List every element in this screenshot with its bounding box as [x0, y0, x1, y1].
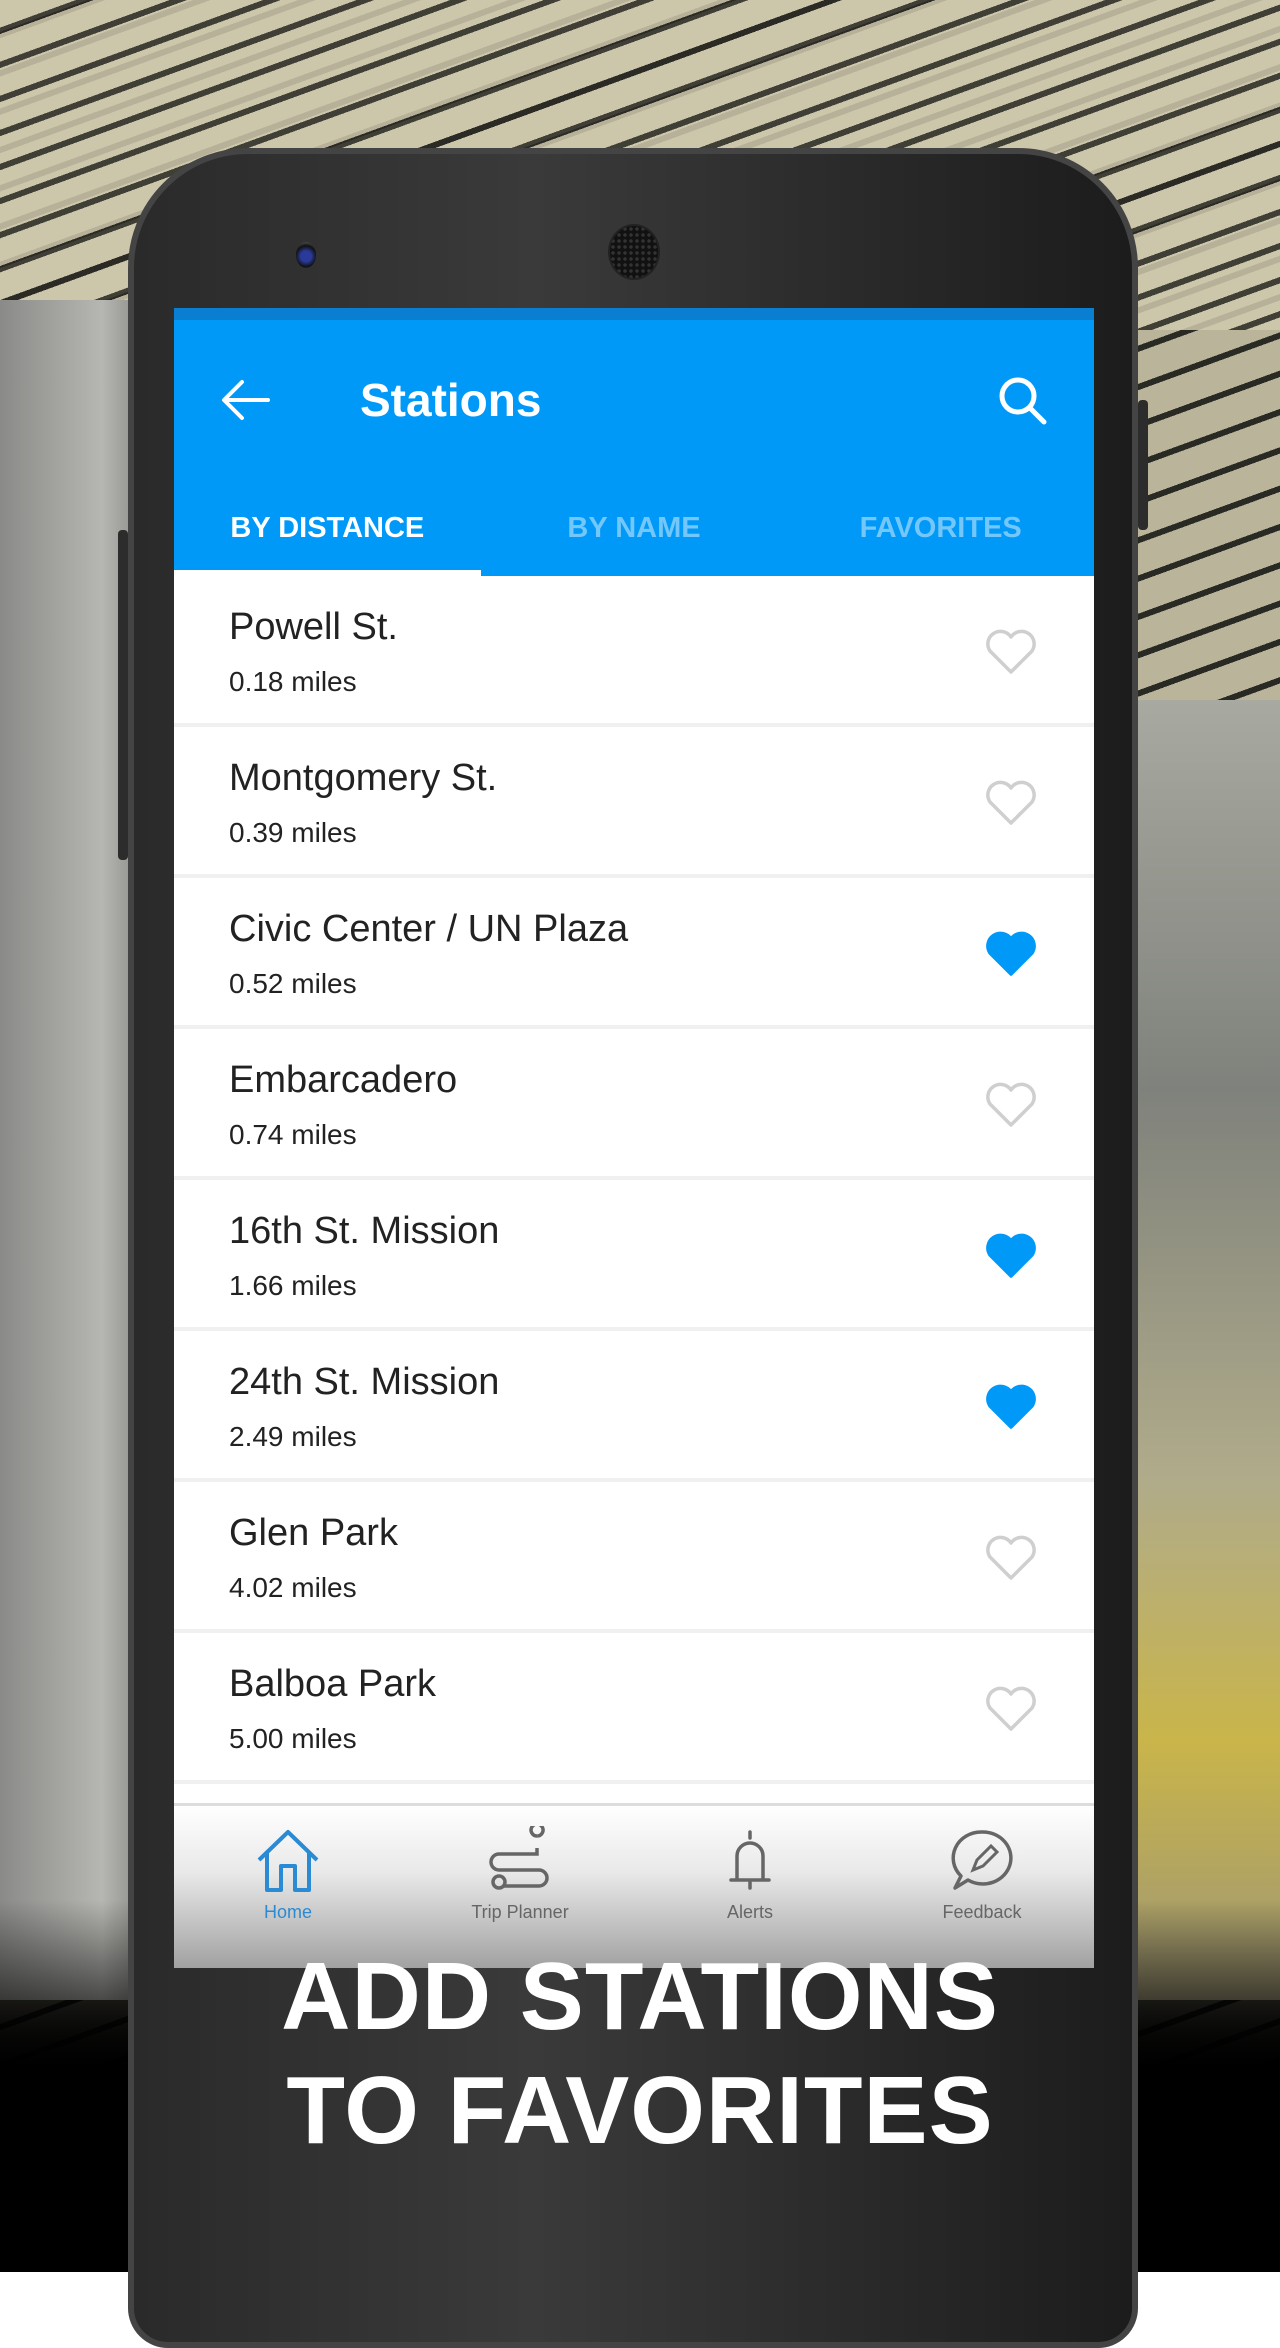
home-icon — [257, 1830, 319, 1892]
power-button — [1138, 400, 1148, 530]
arrow-left-icon — [222, 380, 270, 420]
search-icon — [999, 377, 1047, 425]
station-name: Balboa Park — [229, 1663, 437, 1705]
promo-caption: ADD STATIONS TO FAVORITES — [0, 1940, 1280, 2168]
front-camera-icon — [296, 242, 316, 268]
station-row[interactable]: Embarcadero 0.74 miles — [174, 1029, 1094, 1180]
station-name: Glen Park — [229, 1512, 398, 1554]
page-title: Stations — [360, 374, 542, 426]
station-distance: 0.39 miles — [229, 817, 357, 848]
station-row[interactable]: Powell St. 0.18 miles — [174, 576, 1094, 727]
bell-icon — [729, 1830, 771, 1890]
tab-by-distance[interactable]: BY DISTANCE — [174, 480, 481, 576]
heart-filled-icon[interactable] — [984, 1230, 1038, 1280]
nav-home-label: Home — [263, 1902, 312, 1922]
status-bar — [174, 308, 1094, 320]
station-row[interactable]: Balboa Park 5.00 miles — [174, 1633, 1094, 1784]
heart-filled-icon[interactable] — [984, 928, 1038, 978]
nav-alerts[interactable]: Alerts — [650, 1826, 850, 1923]
app-screen: Stations BY DISTANCE BY NAME FAVORITES P… — [174, 308, 1094, 1968]
station-row[interactable]: Civic Center / UN Plaza 0.52 miles — [174, 878, 1094, 1029]
tab-favorites[interactable]: FAVORITES — [787, 480, 1094, 576]
station-distance: 0.52 miles — [229, 968, 357, 999]
station-name: Civic Center / UN Plaza — [229, 908, 629, 950]
station-name: Montgomery St. — [229, 757, 498, 799]
nav-feedback-label: Feedback — [942, 1902, 1022, 1922]
promo-caption-line1: ADD STATIONS — [281, 1943, 999, 2050]
nav-trip-planner-label: Trip Planner — [471, 1902, 569, 1922]
station-distance: 4.02 miles — [229, 1572, 357, 1603]
heart-outline-icon[interactable] — [984, 1532, 1038, 1582]
volume-button — [118, 530, 128, 860]
nav-feedback[interactable]: Feedback — [882, 1826, 1082, 1923]
station-name: Embarcadero — [229, 1059, 458, 1101]
station-distance: 2.49 miles — [229, 1421, 357, 1452]
tab-bar: BY DISTANCE BY NAME FAVORITES — [174, 480, 1094, 576]
tab-by-name[interactable]: BY NAME — [481, 480, 788, 576]
heart-filled-icon[interactable] — [984, 1381, 1038, 1431]
station-distance: 5.00 miles — [229, 1723, 357, 1754]
heart-outline-icon[interactable] — [984, 626, 1038, 676]
heart-outline-icon[interactable] — [984, 1079, 1038, 1129]
nav-alerts-label: Alerts — [726, 1902, 773, 1922]
station-row[interactable]: Glen Park 4.02 miles — [174, 1482, 1094, 1633]
route-icon — [489, 1826, 549, 1890]
search-button[interactable] — [994, 372, 1050, 428]
station-row[interactable]: 24th St. Mission 2.49 miles — [174, 1331, 1094, 1482]
station-name: Powell St. — [229, 606, 398, 648]
station-distance: 1.66 miles — [229, 1270, 357, 1301]
heart-outline-icon[interactable] — [984, 777, 1038, 827]
station-name: 16th St. Mission — [229, 1210, 500, 1252]
speaker-grille-icon — [608, 224, 660, 280]
nav-trip-planner[interactable]: Trip Planner — [420, 1826, 620, 1923]
app-bar: Stations — [174, 320, 1094, 480]
station-distance: 0.74 miles — [229, 1119, 357, 1150]
nav-home[interactable]: Home — [188, 1826, 388, 1923]
station-name: 24th St. Mission — [229, 1361, 500, 1403]
feedback-icon — [951, 1830, 1013, 1890]
back-button[interactable] — [218, 372, 274, 428]
station-row[interactable]: 16th St. Mission 1.66 miles — [174, 1180, 1094, 1331]
station-list: Powell St. 0.18 miles Montgomery St. 0.39 m… — [174, 576, 1094, 1784]
heart-outline-icon[interactable] — [984, 1683, 1038, 1733]
promo-caption-line2: TO FAVORITES — [286, 2057, 994, 2164]
station-row[interactable]: Montgomery St. 0.39 miles — [174, 727, 1094, 878]
station-distance: 0.18 miles — [229, 666, 357, 697]
